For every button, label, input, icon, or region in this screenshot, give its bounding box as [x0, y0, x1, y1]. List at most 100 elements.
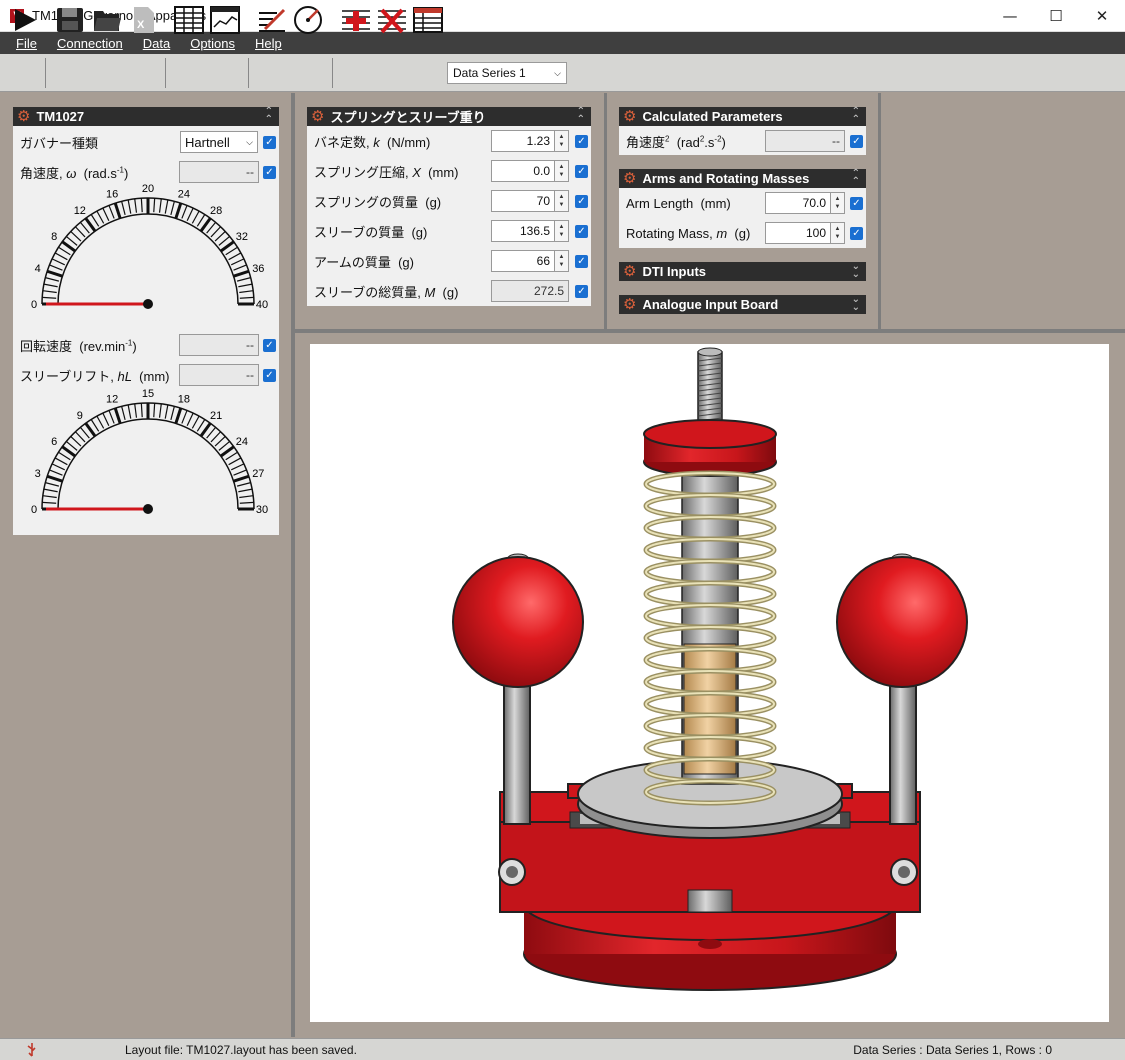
gear-icon[interactable]: ⚙ [311, 109, 324, 124]
spring-row-input[interactable]: 1.23 [491, 130, 555, 152]
spring-row-checkbox[interactable]: ✓ [575, 194, 588, 208]
governor-type-checkbox[interactable]: ✓ [263, 135, 276, 149]
sleeve-lift-gauge-tick [228, 457, 242, 466]
spring-row-input[interactable]: 70 [491, 190, 555, 212]
spring-row-spinner[interactable]: ▲ ▼ [555, 250, 569, 272]
angular-velocity-gauge-tick-label: 8 [51, 231, 57, 243]
arm-length-spinner[interactable]: ▲ ▼ [831, 192, 845, 214]
angular-velocity-gauge-tick [84, 217, 97, 233]
spring-row-spinner[interactable]: ▲ ▼ [555, 160, 569, 182]
angular-velocity-field: -- [179, 161, 259, 183]
add-row-icon[interactable] [341, 5, 371, 35]
menu-connection[interactable]: Connection [47, 36, 133, 51]
angular-velocity-gauge-tick [42, 290, 57, 294]
spring-row-spinner[interactable]: ▲ ▼ [555, 190, 569, 212]
angular-velocity-gauge: 0 4 8 12 16 20 24 28 32 36 40 [31, 183, 268, 311]
spring-row-input[interactable]: 136.5 [491, 220, 555, 242]
spring-row-spinner[interactable]: ▲ ▼ [555, 130, 569, 152]
angular-velocity-gauge-tick [46, 269, 63, 278]
collapse-chevron-icon[interactable]: ⌃ ⌃ [577, 107, 585, 125]
sleeve-lift-gauge-tick [170, 406, 175, 421]
gauge-icon[interactable] [293, 5, 323, 35]
spring-row-input[interactable]: 66 [491, 250, 555, 272]
gear-icon[interactable]: ⚙ [623, 171, 636, 186]
governor-type-select[interactable]: Hartnell ⌵ [180, 131, 258, 153]
analogue-input-panel: ⚙ Analogue Input Board ⌄ ⌄ [619, 295, 866, 314]
table-icon[interactable] [413, 5, 443, 35]
spring-panel-header[interactable]: ⚙ スプリングとスリーブ重り ⌃ ⌃ [307, 107, 591, 126]
open-folder-icon[interactable] [92, 5, 122, 35]
dti-panel-header[interactable]: ⚙ DTI Inputs ⌄ ⌄ [619, 262, 866, 281]
analogue-panel-header[interactable]: ⚙ Analogue Input Board ⌄ ⌄ [619, 295, 866, 314]
expand-chevron-icon[interactable]: ⌄ ⌄ [852, 295, 860, 313]
menu-file[interactable]: File [6, 36, 47, 51]
rotation-speed-checkbox[interactable]: ✓ [263, 338, 276, 352]
spring-row-spinner[interactable]: ▲ ▼ [555, 220, 569, 242]
angular-velocity-gauge-tick-label: 16 [106, 189, 118, 201]
collapse-chevron-icon[interactable]: ⌃ ⌃ [265, 107, 273, 125]
table-view-icon[interactable] [174, 5, 204, 35]
sleeve-lift-gauge-tick [70, 436, 82, 447]
menu-options[interactable]: Options [180, 36, 245, 51]
angular-velocity-checkbox[interactable]: ✓ [263, 165, 276, 179]
graph-view-icon[interactable] [210, 5, 240, 35]
expand-chevron-icon[interactable]: ⌄ ⌄ [852, 262, 860, 280]
data-series-select[interactable]: Data Series 1 ⌵ [447, 62, 567, 84]
sleeve-lift-gauge-tick [127, 404, 132, 419]
menu-help[interactable]: Help [245, 36, 292, 51]
spring-row-checkbox[interactable]: ✓ [575, 134, 588, 148]
angular-velocity-gauge-tick [228, 252, 242, 261]
spring-row-checkbox[interactable]: ✓ [575, 254, 588, 268]
delete-row-icon[interactable] [377, 5, 407, 35]
menu-data[interactable]: Data [133, 36, 180, 51]
sleeve-lift-label: スリーブリフト, hL (mm) [20, 368, 170, 384]
spring-row-input[interactable]: 0.0 [491, 160, 555, 182]
collapse-chevron-icon[interactable]: ⌃ ⌃ [852, 169, 860, 187]
sleeve-lift-gauge-tick-label: 12 [106, 394, 118, 406]
maximize-button[interactable]: ☐ [1033, 0, 1079, 32]
pane-divider[interactable] [291, 93, 295, 1037]
sleeve-lift-gauge-tick-label: 21 [210, 410, 222, 422]
chevron-down-icon: ⌵ [554, 67, 561, 78]
edit-calibrate-icon[interactable] [257, 5, 287, 35]
sleeve-lift-gauge-tick [121, 406, 126, 421]
calc-panel-header[interactable]: ⚙ Calculated Parameters ⌃ ⌃ [619, 107, 866, 126]
angular-velocity-gauge-tick [42, 296, 57, 299]
gear-icon[interactable]: ⚙ [623, 264, 636, 279]
rotating-mass-checkbox[interactable]: ✓ [850, 226, 863, 240]
angular-velocity-squared-checkbox[interactable]: ✓ [850, 134, 863, 148]
collapse-chevron-icon[interactable]: ⌃ ⌃ [852, 107, 860, 125]
play-icon[interactable] [10, 5, 40, 35]
angular-velocity-gauge-tick [49, 264, 63, 271]
angular-velocity-squared-label: 角速度2 (rad2.s-2) [626, 134, 726, 150]
gear-icon[interactable]: ⚙ [17, 109, 30, 124]
sleeve-lift-gauge-tick-label: 27 [252, 468, 264, 480]
export-excel-icon[interactable]: X [128, 5, 158, 35]
sleeve-lift-gauge-tick [42, 495, 57, 499]
spring-row-checkbox[interactable]: ✓ [575, 224, 588, 238]
sleeve-lift-gauge-tick [239, 501, 254, 504]
pane-divider[interactable] [878, 93, 881, 329]
minimize-button[interactable]: — [987, 0, 1033, 32]
angular-velocity-gauge-tick [219, 240, 235, 253]
arm-length-checkbox[interactable]: ✓ [850, 196, 863, 210]
pane-divider[interactable] [604, 93, 607, 329]
rotating-mass-input[interactable]: 100 [765, 222, 831, 244]
angular-velocity-gauge-tick [102, 207, 110, 222]
rotating-mass-spinner[interactable]: ▲ ▼ [831, 222, 845, 244]
spring-row-checkbox[interactable]: ✓ [575, 284, 588, 298]
close-button[interactable]: ✕ [1079, 0, 1125, 32]
toolbar-separator [165, 58, 166, 88]
pane-divider-horizontal[interactable] [295, 329, 1125, 333]
sleeve-lift-checkbox[interactable]: ✓ [263, 368, 276, 382]
save-icon[interactable] [55, 5, 85, 35]
spring-row-checkbox[interactable]: ✓ [575, 164, 588, 178]
tm1027-panel-header[interactable]: ⚙ TM1027 ⌃ ⌃ [13, 107, 279, 126]
angular-velocity-gauge-tick [51, 258, 66, 266]
arm-length-input[interactable]: 70.0 [765, 192, 831, 214]
spring-row-label: スプリング圧縮, X (mm) [314, 164, 459, 180]
arms-panel-header[interactable]: ⚙ Arms and Rotating Masses ⌃ ⌃ [619, 169, 866, 188]
gear-icon[interactable]: ⚙ [623, 109, 636, 124]
gear-icon[interactable]: ⚙ [623, 297, 636, 312]
spring-row-label: アームの質量 (g) [314, 254, 414, 270]
